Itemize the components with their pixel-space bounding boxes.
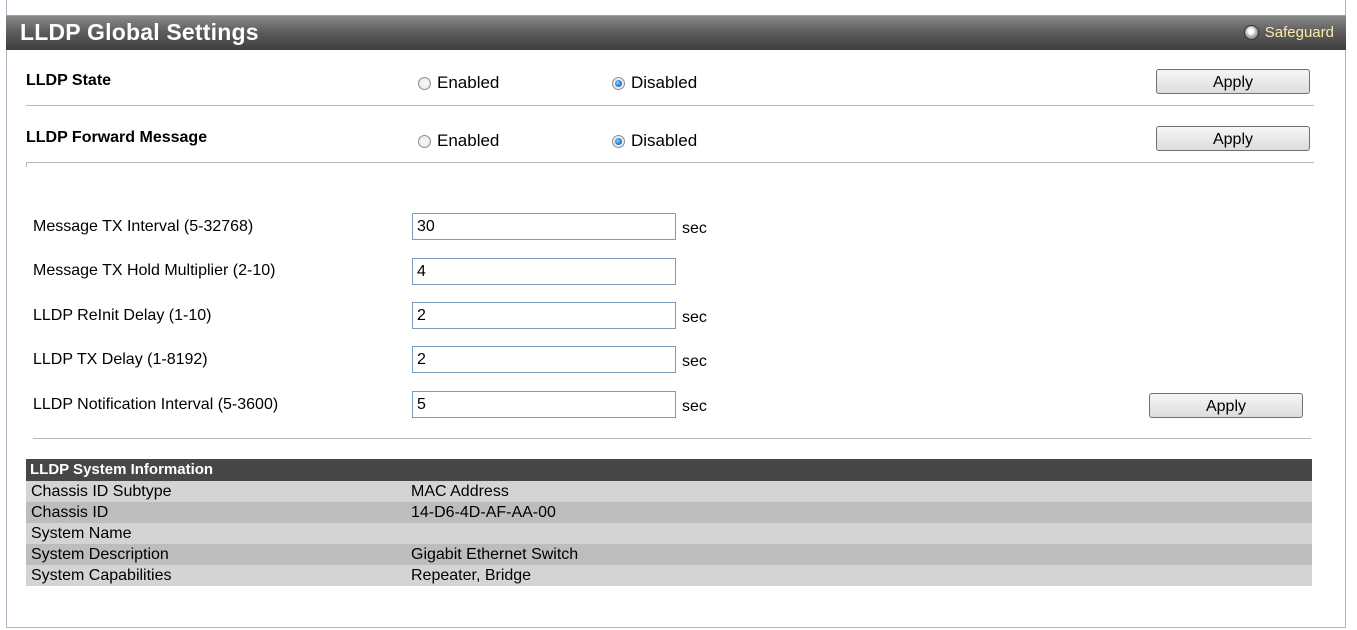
reinit-delay-unit: sec: [682, 309, 707, 326]
divider: [26, 105, 1314, 107]
lldp-forward-enabled-radio[interactable]: Enabled: [418, 131, 499, 151]
lldp-forward-apply-button[interactable]: Apply: [1156, 126, 1310, 151]
reinit-delay-input[interactable]: [412, 302, 676, 329]
system-info-table: LLDP System Information Chassis ID Subty…: [26, 459, 1312, 586]
notification-interval-label: LLDP Notification Interval (5-3600): [33, 396, 279, 413]
row-key: System Capabilities: [31, 567, 172, 584]
table-row: Chassis ID 14-D6-4D-AF-AA-00: [26, 502, 1312, 523]
reinit-delay-label: LLDP ReInit Delay (1-10): [33, 307, 212, 324]
divider: [33, 438, 1311, 440]
tx-interval-input[interactable]: [412, 213, 676, 240]
tx-hold-multiplier-label: Message TX Hold Multiplier (2-10): [33, 262, 276, 279]
system-info-rows: Chassis ID Subtype MAC Address Chassis I…: [26, 481, 1312, 586]
lldp-state-label: LLDP State: [26, 72, 112, 89]
radio-label: Enabled: [437, 131, 500, 150]
radio-label: Disabled: [631, 131, 698, 150]
row-key: System Name: [31, 525, 132, 542]
notification-interval-input[interactable]: [412, 391, 676, 418]
tx-interval-unit: sec: [682, 220, 707, 237]
safeguard-icon: [1243, 25, 1259, 40]
page-title: LLDP Global Settings: [20, 19, 259, 45]
row-value: Repeater, Bridge: [411, 567, 532, 584]
lldp-forward-disabled-radio[interactable]: Disabled: [612, 131, 697, 151]
table-row: System Capabilities Repeater, Bridge: [26, 565, 1312, 586]
divider-tick: [26, 162, 27, 167]
tx-interval-label: Message TX Interval (5-32768): [33, 218, 254, 235]
row-value: Gigabit Ethernet Switch: [411, 546, 579, 563]
title-bar: LLDP Global Settings Safeguard: [6, 15, 1346, 50]
row-key: Chassis ID: [31, 504, 109, 521]
lldp-state-enabled-radio[interactable]: Enabled: [418, 73, 499, 93]
table-row: System Description Gigabit Ethernet Swit…: [26, 544, 1312, 565]
row-value: MAC Address: [411, 483, 509, 500]
system-info-header: LLDP System Information: [26, 459, 1312, 481]
lldp-state-apply-button[interactable]: Apply: [1156, 69, 1310, 94]
radio-unchecked-icon: [418, 76, 431, 90]
radio-checked-icon: [612, 134, 625, 148]
tx-delay-input[interactable]: [412, 346, 676, 373]
fields-apply-button[interactable]: Apply: [1149, 393, 1303, 418]
tx-hold-multiplier-input[interactable]: [412, 258, 676, 285]
table-row: System Name: [26, 523, 1312, 544]
radio-checked-icon: [612, 76, 625, 90]
lldp-forward-label: LLDP Forward Message: [26, 129, 208, 146]
row-value: 14-D6-4D-AF-AA-00: [411, 504, 556, 521]
radio-unchecked-icon: [418, 134, 431, 148]
lldp-state-disabled-radio[interactable]: Disabled: [612, 73, 697, 93]
table-row: Chassis ID Subtype MAC Address: [26, 481, 1312, 502]
row-key: Chassis ID Subtype: [31, 483, 172, 500]
radio-label: Disabled: [631, 73, 698, 92]
radio-label: Enabled: [437, 73, 500, 92]
notification-interval-unit: sec: [682, 398, 707, 415]
safeguard-label: Safeguard: [1264, 24, 1334, 41]
divider: [26, 162, 1314, 164]
row-key: System Description: [31, 546, 169, 563]
tx-delay-unit: sec: [682, 353, 707, 370]
tx-delay-label: LLDP TX Delay (1-8192): [33, 351, 208, 368]
safeguard-indicator[interactable]: Safeguard: [1243, 24, 1334, 41]
